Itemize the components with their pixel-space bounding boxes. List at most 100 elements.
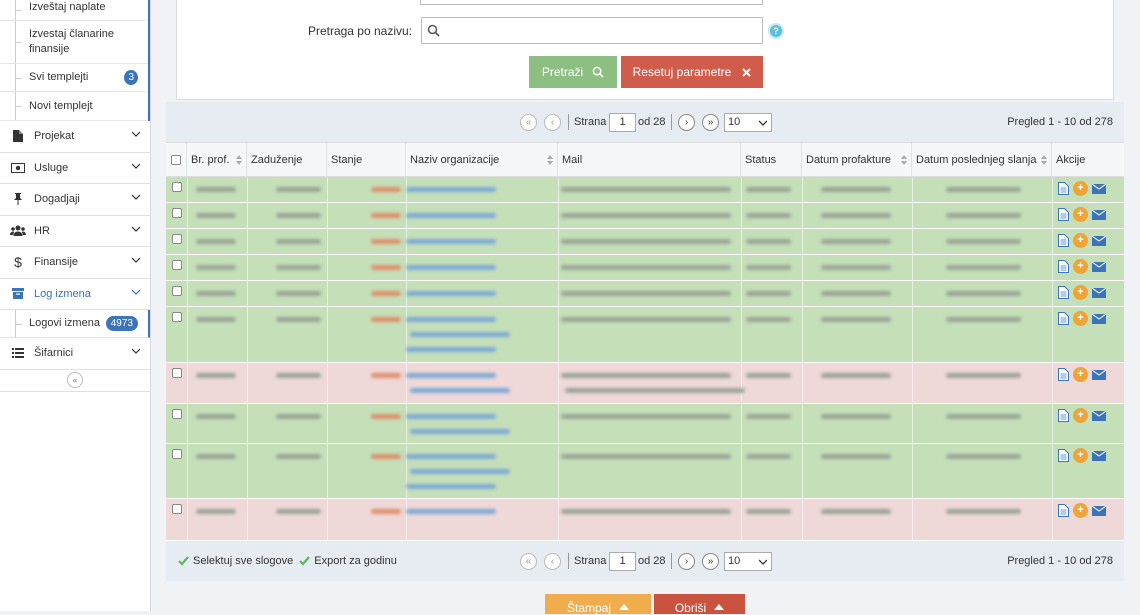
- row-checkbox[interactable]: [172, 312, 182, 322]
- document-icon[interactable]: [1058, 208, 1069, 221]
- page-size-select[interactable]: 10: [724, 112, 772, 132]
- sidebar-item-projekat[interactable]: Projekat: [0, 121, 150, 153]
- header-status[interactable]: Status: [741, 143, 802, 177]
- page-size-select[interactable]: 10: [724, 551, 772, 571]
- add-icon[interactable]: +: [1073, 311, 1088, 326]
- row-checkbox[interactable]: [172, 368, 182, 378]
- table-row[interactable]: +: [166, 404, 1124, 444]
- search-button[interactable]: Pretraži: [529, 56, 617, 88]
- header-mail[interactable]: Mail: [558, 143, 741, 177]
- redacted-cell: [410, 332, 510, 337]
- row-checkbox[interactable]: [172, 449, 182, 459]
- first-page-button[interactable]: «: [520, 552, 537, 570]
- column-divider: [912, 404, 913, 443]
- add-icon[interactable]: +: [1073, 408, 1088, 423]
- document-icon[interactable]: [1058, 312, 1069, 325]
- table-row[interactable]: +: [166, 499, 1124, 541]
- help-icon[interactable]: ?: [768, 23, 784, 39]
- header-zaduzenje[interactable]: Zaduženje: [247, 143, 327, 177]
- table-row[interactable]: +: [166, 255, 1124, 281]
- filter-input-partial[interactable]: [420, 0, 763, 5]
- mail-icon[interactable]: [1092, 505, 1106, 516]
- redacted-cell: [371, 373, 401, 378]
- table-row[interactable]: +: [166, 229, 1124, 255]
- row-checkbox[interactable]: [172, 260, 182, 270]
- page-label: Strana: [574, 555, 607, 567]
- mail-icon[interactable]: [1092, 261, 1106, 272]
- mail-icon[interactable]: [1092, 209, 1106, 220]
- add-icon[interactable]: +: [1073, 448, 1088, 463]
- row-checkbox[interactable]: [172, 409, 182, 419]
- mail-icon[interactable]: [1092, 410, 1106, 421]
- add-icon[interactable]: +: [1073, 181, 1088, 196]
- prev-page-button[interactable]: ‹: [544, 552, 561, 570]
- document-icon[interactable]: [1058, 368, 1069, 381]
- table-row[interactable]: +: [166, 177, 1124, 203]
- row-checkbox[interactable]: [172, 286, 182, 296]
- export-link[interactable]: Export za godinu: [314, 555, 397, 567]
- add-icon[interactable]: +: [1073, 367, 1088, 382]
- mail-icon[interactable]: [1092, 235, 1106, 246]
- add-icon[interactable]: +: [1073, 503, 1088, 518]
- last-page-button[interactable]: »: [702, 113, 719, 131]
- header-stanje[interactable]: Stanje: [327, 143, 406, 177]
- mail-icon[interactable]: [1092, 313, 1106, 324]
- reset-button[interactable]: Resetuj parametre: [621, 56, 763, 88]
- next-page-button[interactable]: ›: [678, 552, 695, 570]
- page-input[interactable]: 1: [609, 551, 636, 571]
- document-icon[interactable]: [1058, 409, 1069, 422]
- column-divider: [327, 229, 328, 254]
- sidebar-item-izvestaj-clanarine[interactable]: Izvestaj članarine finansije: [0, 21, 148, 64]
- row-checkbox[interactable]: [172, 234, 182, 244]
- sidebar-item-sifarnici[interactable]: Šifarnici: [0, 338, 150, 370]
- select-all-checkbox[interactable]: [171, 155, 181, 165]
- sidebar-item-label: Šifarnici: [34, 347, 74, 360]
- header-naziv-organizacije[interactable]: Naziv organizacije: [406, 143, 558, 177]
- page-input[interactable]: 1: [609, 112, 636, 132]
- document-icon[interactable]: [1058, 286, 1069, 299]
- add-icon[interactable]: +: [1073, 207, 1088, 222]
- row-checkbox[interactable]: [172, 182, 182, 192]
- table-row[interactable]: +: [166, 203, 1124, 229]
- document-icon[interactable]: [1058, 182, 1069, 195]
- mail-icon[interactable]: [1092, 183, 1106, 194]
- document-icon[interactable]: [1058, 260, 1069, 273]
- table-row[interactable]: +: [166, 281, 1124, 307]
- sidebar-item-dogadjaji[interactable]: Dogadjaji: [0, 184, 150, 216]
- row-checkbox[interactable]: [172, 208, 182, 218]
- sidebar-item-hr[interactable]: HR: [0, 216, 150, 247]
- mail-icon[interactable]: [1092, 369, 1106, 380]
- add-icon[interactable]: +: [1073, 233, 1088, 248]
- delete-button[interactable]: Obriši: [654, 594, 745, 615]
- mail-icon[interactable]: [1092, 287, 1106, 298]
- sidebar-item-logovi-izmena[interactable]: Logovi izmena 4973: [0, 310, 150, 338]
- document-icon[interactable]: [1058, 504, 1069, 517]
- add-icon[interactable]: +: [1073, 285, 1088, 300]
- table-row[interactable]: +: [166, 363, 1124, 404]
- sidebar-item-finansije[interactable]: $ Finansije: [0, 247, 150, 279]
- last-page-button[interactable]: »: [702, 552, 719, 570]
- grid-body: + + + + + + + + + +: [166, 177, 1124, 541]
- header-datum-poslednjeg-slanja[interactable]: Datum poslednjeg slanja: [912, 143, 1052, 177]
- sidebar-item-izvestaj-naplate[interactable]: Izveštaj naplate: [0, 0, 148, 21]
- row-checkbox[interactable]: [172, 504, 182, 514]
- table-row[interactable]: +: [166, 307, 1124, 363]
- document-icon[interactable]: [1058, 449, 1069, 462]
- select-all-link[interactable]: Selektuj sve slogove: [193, 555, 293, 567]
- collapse-sidebar-button[interactable]: «: [67, 372, 83, 388]
- table-row[interactable]: +: [166, 444, 1124, 499]
- print-button[interactable]: Štampaj: [545, 594, 651, 615]
- sidebar-item-log-izmena[interactable]: Log izmena: [0, 279, 150, 310]
- next-page-button[interactable]: ›: [678, 113, 695, 131]
- search-input[interactable]: [421, 17, 763, 44]
- header-datum-profakture[interactable]: Datum profakture: [802, 143, 912, 177]
- sidebar-item-novi-templejt[interactable]: Novi templejt: [0, 92, 148, 121]
- sidebar-item-usluge[interactable]: Usluge: [0, 153, 150, 184]
- header-br-prof[interactable]: Br. prof.: [187, 143, 247, 177]
- prev-page-button[interactable]: ‹: [544, 113, 561, 131]
- first-page-button[interactable]: «: [520, 113, 537, 131]
- sidebar-item-svi-templejti[interactable]: Svi templejti 3: [0, 64, 148, 92]
- document-icon[interactable]: [1058, 234, 1069, 247]
- mail-icon[interactable]: [1092, 450, 1106, 461]
- add-icon[interactable]: +: [1073, 259, 1088, 274]
